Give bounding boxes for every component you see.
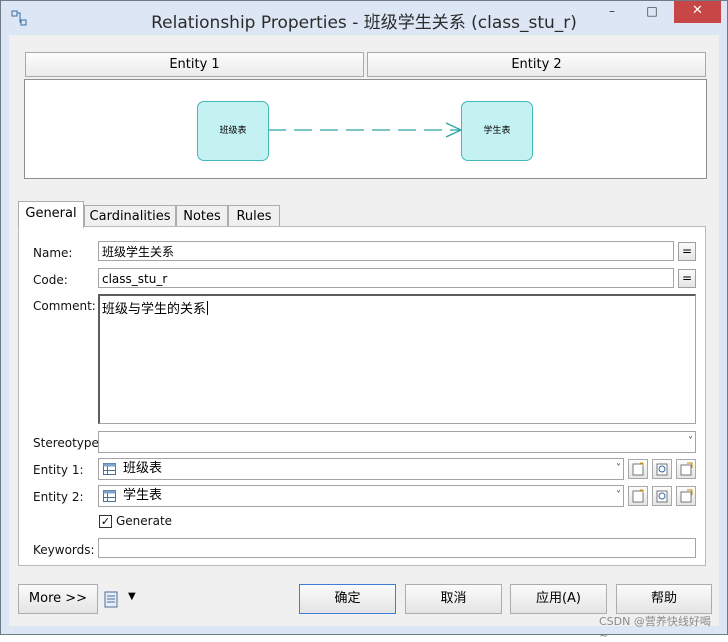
relationship-line <box>268 122 462 138</box>
find-icon <box>656 490 668 503</box>
entity1-find-button[interactable] <box>652 459 672 479</box>
comment-text: 班级与学生的关系 <box>102 302 207 317</box>
keywords-label: Keywords: <box>33 543 95 557</box>
tab-notes[interactable]: Notes <box>176 205 228 227</box>
find-icon <box>656 463 668 476</box>
properties-icon <box>680 489 693 503</box>
diagram-entity2-box: 学生表 <box>461 101 533 161</box>
entity1-header-button[interactable]: Entity 1 <box>25 52 364 77</box>
name-eq-button[interactable]: = <box>678 242 696 261</box>
minimize-button[interactable]: – <box>598 1 626 23</box>
name-field[interactable]: 班级学生关系 <box>98 241 674 261</box>
text-caret <box>207 301 209 315</box>
comment-label: Comment: <box>33 299 96 313</box>
keywords-field[interactable] <box>98 538 696 558</box>
chevron-down-icon[interactable]: ˅ <box>616 459 621 479</box>
cancel-button[interactable]: 取消 <box>405 584 502 614</box>
generate-checkbox[interactable]: ✓ <box>99 515 112 528</box>
watermark-text: CSDN @营养快线好喝~ <box>599 615 711 642</box>
new-icon <box>632 462 644 476</box>
title-bar[interactable]: Relationship Properties - 班级学生关系 (class_… <box>1 1 727 35</box>
relationship-properties-window: Relationship Properties - 班级学生关系 (class_… <box>0 0 728 642</box>
chevron-down-icon[interactable]: ˅ <box>688 432 693 452</box>
name-label: Name: <box>33 246 73 260</box>
entity1-combo[interactable]: 班级表 ˅ <box>98 458 624 480</box>
tab-general[interactable]: General <box>18 201 84 228</box>
entity1-properties-button[interactable] <box>676 459 696 479</box>
entity1-label: Entity 1: <box>33 463 84 477</box>
entity2-label: Entity 2: <box>33 490 84 504</box>
close-button[interactable]: ✕ <box>674 1 721 23</box>
maximize-button[interactable]: □ <box>638 1 666 23</box>
chevron-down-icon[interactable]: ˅ <box>616 486 621 506</box>
code-eq-button[interactable]: = <box>678 269 696 288</box>
code-field[interactable]: class_stu_r <box>98 268 674 288</box>
entity2-find-button[interactable] <box>652 486 672 506</box>
stereotype-combo[interactable]: ˅ <box>98 431 696 453</box>
help-button[interactable]: 帮助 <box>616 584 712 614</box>
table-icon <box>103 490 116 502</box>
new-icon <box>632 489 644 503</box>
entity2-combo[interactable]: 学生表 ˅ <box>98 485 624 507</box>
entity2-header-button[interactable]: Entity 2 <box>367 52 706 77</box>
table-icon <box>103 463 116 475</box>
general-tab-panel: Name: 班级学生关系 = Code: class_stu_r = Comme… <box>18 226 706 566</box>
entity2-properties-button[interactable] <box>676 486 696 506</box>
stereotype-label: Stereotype: <box>33 436 103 450</box>
code-label: Code: <box>33 273 68 287</box>
dropdown-arrow-icon[interactable]: ▼ <box>128 591 136 602</box>
apply-button[interactable]: 应用(A) <box>510 584 607 614</box>
comment-textarea[interactable]: 班级与学生的关系 <box>98 294 696 424</box>
more-button[interactable]: More >> <box>18 584 98 614</box>
properties-icon <box>680 462 693 476</box>
entity2-value: 学生表 <box>123 488 163 503</box>
entity1-value: 班级表 <box>123 461 163 476</box>
relationship-diagram: 班级表 学生表 <box>24 79 707 179</box>
tab-cardinalities[interactable]: Cardinalities <box>84 205 176 227</box>
diagram-entity1-box: 班级表 <box>197 101 269 161</box>
ok-button[interactable]: 确定 <box>299 584 396 614</box>
generate-label: Generate <box>116 514 173 528</box>
property-sheet-icon[interactable] <box>103 591 121 609</box>
entity2-create-button[interactable] <box>628 486 648 506</box>
dialog-client-area: Entity 1 Entity 2 班级表 学生表 General Cardin… <box>9 35 719 642</box>
tab-rules[interactable]: Rules <box>228 205 280 227</box>
entity1-create-button[interactable] <box>628 459 648 479</box>
